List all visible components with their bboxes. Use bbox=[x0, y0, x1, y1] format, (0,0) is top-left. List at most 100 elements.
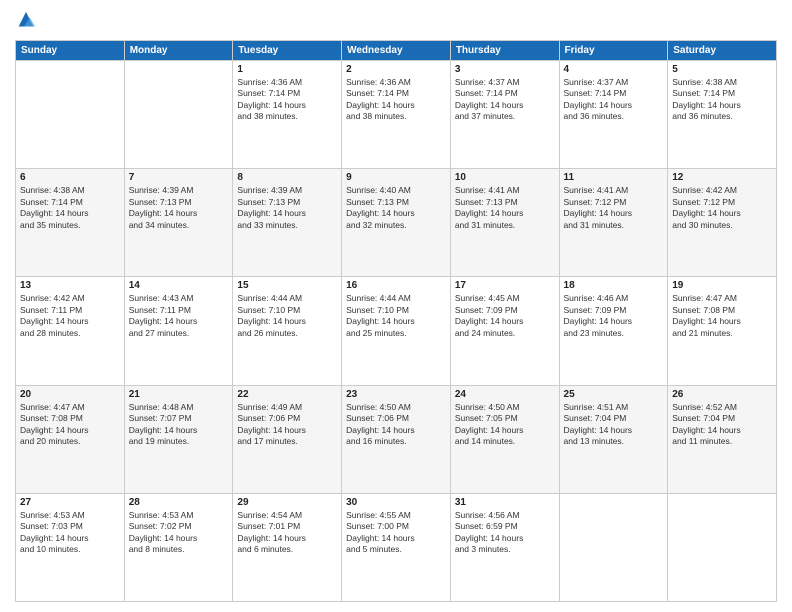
day-number: 15 bbox=[237, 280, 337, 291]
day-info: Sunrise: 4:54 AMSunset: 7:01 PMDaylight:… bbox=[237, 510, 337, 556]
calendar-cell: 3 Sunrise: 4:37 AMSunset: 7:14 PMDaylight… bbox=[450, 61, 559, 169]
day-info: Sunrise: 4:45 AMSunset: 7:09 PMDaylight:… bbox=[455, 293, 555, 339]
calendar-cell: 4Sunrise: 4:37 AMSunset: 7:14 PMDaylight… bbox=[559, 61, 668, 169]
day-info: Sunrise: 4:48 AMSunset: 7:07 PMDaylight:… bbox=[129, 402, 229, 448]
day-info: Sunrise: 4:53 AMSunset: 7:02 PMDaylight:… bbox=[129, 510, 229, 556]
calendar-cell bbox=[16, 61, 125, 169]
day-number: 8 bbox=[237, 172, 337, 183]
day-number: 2 bbox=[346, 64, 446, 75]
day-info: Sunrise: 4:44 AMSunset: 7:10 PMDaylight:… bbox=[346, 293, 446, 339]
calendar-cell: 24Sunrise: 4:50 AMSunset: 7:05 PMDayligh… bbox=[450, 385, 559, 493]
calendar-week-row: 13Sunrise: 4:42 AMSunset: 7:11 PMDayligh… bbox=[16, 277, 777, 385]
day-info: Sunrise: 4:50 AMSunset: 7:06 PMDaylight:… bbox=[346, 402, 446, 448]
calendar-header-monday: Monday bbox=[124, 41, 233, 61]
day-number: 25 bbox=[564, 389, 664, 400]
calendar-cell: 31 Sunrise: 4:56 AMSunset: 6:59 PMDayligh… bbox=[450, 493, 559, 601]
day-info: Sunrise: 4:40 AMSunset: 7:13 PMDaylight:… bbox=[346, 185, 446, 231]
day-info: Sunrise: 4:55 AMSunset: 7:00 PMDaylight:… bbox=[346, 510, 446, 556]
day-number: 14 bbox=[129, 280, 229, 291]
day-info: Sunrise: 4:43 AMSunset: 7:11 PMDaylight:… bbox=[129, 293, 229, 339]
calendar-cell: 23 Sunrise: 4:50 AMSunset: 7:06 PMDayligh… bbox=[342, 385, 451, 493]
day-info: Sunrise: 4:39 AMSunset: 7:13 PMDaylight:… bbox=[237, 185, 337, 231]
calendar-header-wednesday: Wednesday bbox=[342, 41, 451, 61]
day-info: Sunrise: 4:52 AMSunset: 7:04 PMDaylight:… bbox=[672, 402, 772, 448]
calendar-cell: 20Sunrise: 4:47 AMSunset: 7:08 PMDayligh… bbox=[16, 385, 125, 493]
day-number: 3 bbox=[455, 64, 555, 75]
calendar-header-tuesday: Tuesday bbox=[233, 41, 342, 61]
day-info: Sunrise: 4:39 AMSunset: 7:13 PMDaylight:… bbox=[129, 185, 229, 231]
calendar-header-sunday: Sunday bbox=[16, 41, 125, 61]
calendar-cell: 16 Sunrise: 4:44 AMSunset: 7:10 PMDayligh… bbox=[342, 277, 451, 385]
day-number: 1 bbox=[237, 64, 337, 75]
calendar-cell: 22 Sunrise: 4:49 AMSunset: 7:06 PMDayligh… bbox=[233, 385, 342, 493]
day-number: 28 bbox=[129, 497, 229, 508]
day-info: Sunrise: 4:47 AMSunset: 7:08 PMDaylight:… bbox=[672, 293, 772, 339]
calendar-week-row: 20Sunrise: 4:47 AMSunset: 7:08 PMDayligh… bbox=[16, 385, 777, 493]
calendar-cell: 25 Sunrise: 4:51 AMSunset: 7:04 PMDayligh… bbox=[559, 385, 668, 493]
day-number: 13 bbox=[20, 280, 120, 291]
header bbox=[15, 10, 777, 32]
calendar-header-row: SundayMondayTuesdayWednesdayThursdayFrid… bbox=[16, 41, 777, 61]
calendar-header-friday: Friday bbox=[559, 41, 668, 61]
day-info: Sunrise: 4:41 AMSunset: 7:12 PMDaylight:… bbox=[564, 185, 664, 231]
day-info: Sunrise: 4:53 AMSunset: 7:03 PMDaylight:… bbox=[20, 510, 120, 556]
calendar-cell: 29 Sunrise: 4:54 AMSunset: 7:01 PMDayligh… bbox=[233, 493, 342, 601]
calendar-cell: 12Sunrise: 4:42 AMSunset: 7:12 PMDayligh… bbox=[668, 169, 777, 277]
day-info: Sunrise: 4:51 AMSunset: 7:04 PMDaylight:… bbox=[564, 402, 664, 448]
day-info: Sunrise: 4:37 AMSunset: 7:14 PMDaylight:… bbox=[455, 77, 555, 123]
calendar-cell: 9 Sunrise: 4:40 AMSunset: 7:13 PMDaylight… bbox=[342, 169, 451, 277]
day-info: Sunrise: 4:42 AMSunset: 7:12 PMDaylight:… bbox=[672, 185, 772, 231]
calendar-cell: 15 Sunrise: 4:44 AMSunset: 7:10 PMDayligh… bbox=[233, 277, 342, 385]
calendar-cell: 27 Sunrise: 4:53 AMSunset: 7:03 PMDayligh… bbox=[16, 493, 125, 601]
day-number: 7 bbox=[129, 172, 229, 183]
day-info: Sunrise: 4:47 AMSunset: 7:08 PMDaylight:… bbox=[20, 402, 120, 448]
calendar-cell bbox=[559, 493, 668, 601]
day-number: 6 bbox=[20, 172, 120, 183]
day-info: Sunrise: 4:38 AMSunset: 7:14 PMDaylight:… bbox=[20, 185, 120, 231]
calendar-cell: 1Sunrise: 4:36 AMSunset: 7:14 PMDaylight… bbox=[233, 61, 342, 169]
calendar-cell: 14 Sunrise: 4:43 AMSunset: 7:11 PMDayligh… bbox=[124, 277, 233, 385]
day-number: 31 bbox=[455, 497, 555, 508]
calendar-week-row: 1 Sunrise: 4:36 AMSunset: 7:14 PMDaylight… bbox=[16, 61, 777, 169]
calendar-cell: 13Sunrise: 4:42 AMSunset: 7:11 PMDayligh… bbox=[16, 277, 125, 385]
calendar-header-thursday: Thursday bbox=[450, 41, 559, 61]
day-info: Sunrise: 4:49 AMSunset: 7:06 PMDaylight:… bbox=[237, 402, 337, 448]
calendar-cell bbox=[124, 61, 233, 169]
day-number: 30 bbox=[346, 497, 446, 508]
calendar-cell: 10Sunrise: 4:41 AMSunset: 7:13 PMDayligh… bbox=[450, 169, 559, 277]
calendar-cell: 18Sunrise: 4:46 AMSunset: 7:09 PMDayligh… bbox=[559, 277, 668, 385]
calendar-cell: 5 Sunrise: 4:38 AMSunset: 7:14 PMDaylight… bbox=[668, 61, 777, 169]
calendar-cell: 2 Sunrise: 4:36 AMSunset: 7:14 PMDaylight… bbox=[342, 61, 451, 169]
day-info: Sunrise: 4:56 AMSunset: 6:59 PMDaylight:… bbox=[455, 510, 555, 556]
calendar-cell: 8 Sunrise: 4:39 AMSunset: 7:13 PMDaylight… bbox=[233, 169, 342, 277]
calendar-week-row: 27 Sunrise: 4:53 AMSunset: 7:03 PMDayligh… bbox=[16, 493, 777, 601]
day-number: 26 bbox=[672, 389, 772, 400]
logo-icon bbox=[15, 10, 37, 32]
calendar-cell: 30 Sunrise: 4:55 AMSunset: 7:00 PMDayligh… bbox=[342, 493, 451, 601]
day-info: Sunrise: 4:41 AMSunset: 7:13 PMDaylight:… bbox=[455, 185, 555, 231]
day-number: 27 bbox=[20, 497, 120, 508]
day-number: 19 bbox=[672, 280, 772, 291]
day-number: 16 bbox=[346, 280, 446, 291]
day-info: Sunrise: 4:36 AMSunset: 7:14 PMDaylight:… bbox=[346, 77, 446, 123]
calendar-cell: 19 Sunrise: 4:47 AMSunset: 7:08 PMDayligh… bbox=[668, 277, 777, 385]
day-info: Sunrise: 4:37 AMSunset: 7:14 PMDaylight:… bbox=[564, 77, 664, 123]
day-number: 17 bbox=[455, 280, 555, 291]
calendar-cell: 17 Sunrise: 4:45 AMSunset: 7:09 PMDayligh… bbox=[450, 277, 559, 385]
page: SundayMondayTuesdayWednesdayThursdayFrid… bbox=[0, 0, 792, 612]
calendar-header-saturday: Saturday bbox=[668, 41, 777, 61]
day-number: 23 bbox=[346, 389, 446, 400]
day-number: 5 bbox=[672, 64, 772, 75]
calendar-cell: 28 Sunrise: 4:53 AMSunset: 7:02 PMDayligh… bbox=[124, 493, 233, 601]
day-number: 21 bbox=[129, 389, 229, 400]
day-number: 22 bbox=[237, 389, 337, 400]
day-info: Sunrise: 4:50 AMSunset: 7:05 PMDaylight:… bbox=[455, 402, 555, 448]
calendar-table: SundayMondayTuesdayWednesdayThursdayFrid… bbox=[15, 40, 777, 602]
day-info: Sunrise: 4:44 AMSunset: 7:10 PMDaylight:… bbox=[237, 293, 337, 339]
calendar-cell: 7 Sunrise: 4:39 AMSunset: 7:13 PMDaylight… bbox=[124, 169, 233, 277]
day-number: 18 bbox=[564, 280, 664, 291]
day-number: 9 bbox=[346, 172, 446, 183]
day-number: 29 bbox=[237, 497, 337, 508]
day-info: Sunrise: 4:38 AMSunset: 7:14 PMDaylight:… bbox=[672, 77, 772, 123]
calendar-cell: 6 Sunrise: 4:38 AMSunset: 7:14 PMDaylight… bbox=[16, 169, 125, 277]
